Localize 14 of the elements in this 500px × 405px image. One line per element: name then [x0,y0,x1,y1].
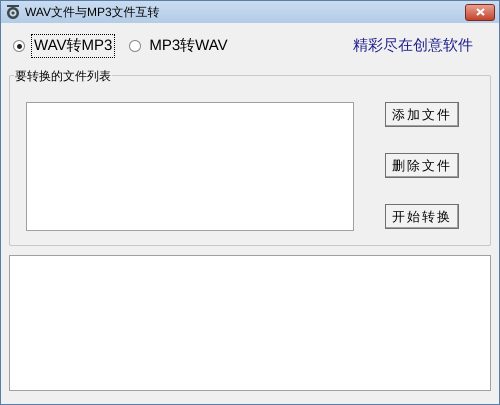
action-button[interactable]: 开始转换 [385,204,459,229]
window-title: WAV文件与MP3文件互转 [25,4,160,21]
close-button[interactable] [465,4,495,20]
app-icon [5,4,21,20]
file-list[interactable] [26,102,354,231]
radio-label: WAV转MP3 [31,34,116,58]
radio-label: MP3转WAV [148,36,229,56]
group-title: 要转换的文件列表 [14,67,112,85]
action-button[interactable]: 添加文件 [385,102,459,127]
action-button[interactable]: 删除文件 [385,153,459,178]
mode-radio[interactable]: WAV转MP3 [13,34,116,58]
mode-radio[interactable]: MP3转WAV [129,34,230,58]
close-icon [476,8,484,16]
slogan-text: 精彩尽在创意软件 [353,36,473,56]
